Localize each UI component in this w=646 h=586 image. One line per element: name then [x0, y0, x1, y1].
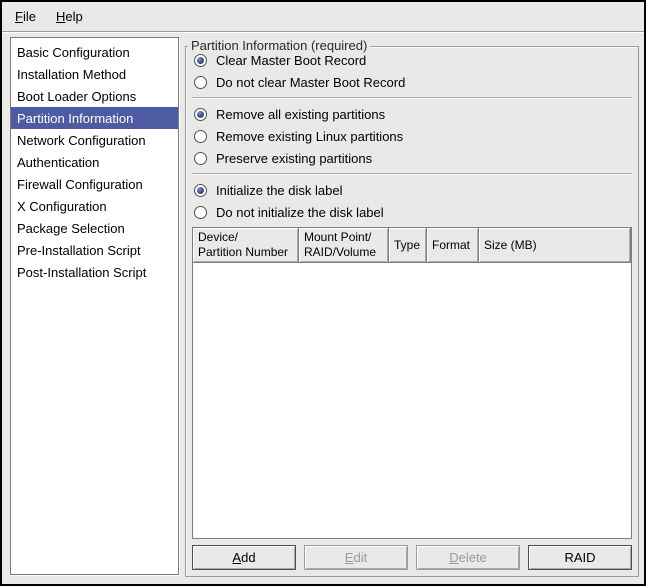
radio-option-do-not-initialize-disk-label[interactable]: Do not initialize the disk label — [192, 201, 632, 223]
radio-selected-icon[interactable] — [194, 108, 207, 121]
radio-label: Initialize the disk label — [216, 183, 342, 198]
radio-label: Do not initialize the disk label — [216, 205, 384, 220]
edit-button: Edit — [304, 545, 408, 570]
delete-button: Delete — [416, 545, 520, 570]
menu-file[interactable]: File — [12, 7, 39, 26]
sidebar-item-label: Partition Information — [17, 111, 133, 126]
column-header-label: Type — [394, 238, 420, 253]
column-header-type[interactable]: Type — [388, 227, 427, 263]
radio-option-initialize-disk-label[interactable]: Initialize the disk label — [192, 179, 632, 201]
column-header-mount-point[interactable]: Mount Point/ RAID/Volume — [298, 227, 389, 263]
column-header-label: Size (MB) — [484, 238, 537, 253]
sidebar-item-x-configuration[interactable]: X Configuration — [11, 195, 178, 217]
edit-button-label: Edit — [345, 550, 367, 565]
radio-selected-icon[interactable] — [194, 54, 207, 67]
sidebar-item-partition-information[interactable]: Partition Information — [11, 107, 178, 129]
add-button-label: Add — [232, 550, 255, 565]
sidebar-item-label: Boot Loader Options — [17, 89, 136, 104]
sidebar-item-label: Network Configuration — [17, 133, 146, 148]
section-list: Basic Configuration Installation Method … — [10, 37, 179, 575]
sidebar-item-label: Pre-Installation Script — [17, 243, 141, 258]
table-body-empty[interactable] — [193, 263, 631, 538]
partitions-table: Device/ Partition Number Mount Point/ RA… — [192, 227, 632, 539]
partition-information-frame: Partition Information (required) Clear M… — [185, 46, 639, 577]
column-header-device[interactable]: Device/ Partition Number — [192, 227, 299, 263]
frame-title: Partition Information (required) — [188, 38, 370, 53]
sidebar-item-pre-installation-script[interactable]: Pre-Installation Script — [11, 239, 178, 261]
sidebar-item-basic-configuration[interactable]: Basic Configuration — [11, 41, 178, 63]
sidebar-item-boot-loader-options[interactable]: Boot Loader Options — [11, 85, 178, 107]
sidebar-item-post-installation-script[interactable]: Post-Installation Script — [11, 261, 178, 283]
raid-button-label: RAID — [564, 550, 595, 565]
radio-unselected-icon[interactable] — [194, 130, 207, 143]
delete-button-label: Delete — [449, 550, 487, 565]
radio-label: Clear Master Boot Record — [216, 53, 366, 68]
menu-file-label: File — [15, 9, 36, 24]
radio-unselected-icon[interactable] — [194, 152, 207, 165]
sidebar-item-label: Basic Configuration — [17, 45, 130, 60]
sidebar-item-label: Post-Installation Script — [17, 265, 146, 280]
sidebar-item-installation-method[interactable]: Installation Method — [11, 63, 178, 85]
column-header-format[interactable]: Format — [426, 227, 479, 263]
radio-label: Preserve existing partitions — [216, 151, 372, 166]
sidebar-item-authentication[interactable]: Authentication — [11, 151, 178, 173]
sidebar-item-label: X Configuration — [17, 199, 107, 214]
kickstart-configurator-window: File Help Basic Configuration Installati… — [0, 0, 646, 586]
menu-help-label: Help — [56, 9, 83, 24]
column-header-size[interactable]: Size (MB) — [478, 227, 631, 263]
menu-help[interactable]: Help — [53, 7, 86, 26]
radio-option-preserve-partitions[interactable]: Preserve existing partitions — [192, 147, 632, 169]
sidebar-item-label: Authentication — [17, 155, 99, 170]
sidebar-item-label: Installation Method — [17, 67, 126, 82]
table-header-row: Device/ Partition Number Mount Point/ RA… — [193, 228, 631, 263]
group-separator — [192, 173, 632, 175]
radio-option-do-not-clear-mbr[interactable]: Do not clear Master Boot Record — [192, 71, 632, 93]
radio-label: Remove existing Linux partitions — [216, 129, 403, 144]
menubar: File Help — [2, 2, 644, 32]
sidebar-item-label: Package Selection — [17, 221, 125, 236]
sidebar-item-network-configuration[interactable]: Network Configuration — [11, 129, 178, 151]
add-button[interactable]: Add — [192, 545, 296, 570]
raid-button[interactable]: RAID — [528, 545, 632, 570]
radio-label: Remove all existing partitions — [216, 107, 385, 122]
sidebar-item-package-selection[interactable]: Package Selection — [11, 217, 178, 239]
column-header-label: Mount Point/ RAID/Volume — [304, 230, 376, 260]
group-separator — [192, 97, 632, 99]
radio-option-remove-linux-partitions[interactable]: Remove existing Linux partitions — [192, 125, 632, 147]
sidebar-item-label: Firewall Configuration — [17, 177, 143, 192]
radio-unselected-icon[interactable] — [194, 76, 207, 89]
radio-selected-icon[interactable] — [194, 184, 207, 197]
radio-label: Do not clear Master Boot Record — [216, 75, 405, 90]
radio-unselected-icon[interactable] — [194, 206, 207, 219]
table-button-row: Add Edit Delete RAID — [192, 545, 632, 570]
column-header-label: Device/ Partition Number — [198, 230, 288, 260]
radio-option-remove-all-partitions[interactable]: Remove all existing partitions — [192, 103, 632, 125]
sidebar-item-firewall-configuration[interactable]: Firewall Configuration — [11, 173, 178, 195]
column-header-label: Format — [432, 238, 470, 253]
